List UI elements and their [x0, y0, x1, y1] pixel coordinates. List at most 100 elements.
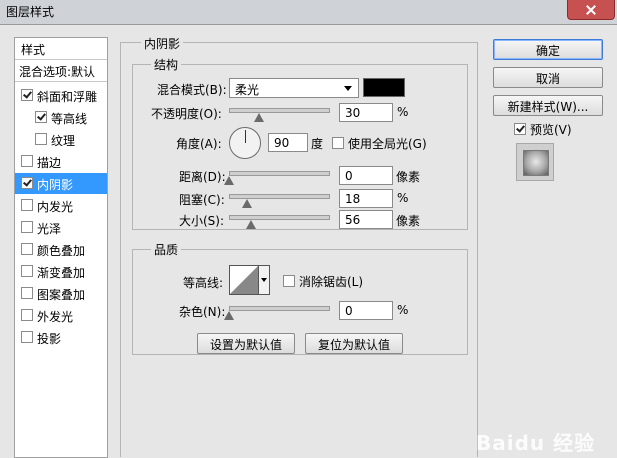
- new-style-label: 新建样式(W)...: [507, 100, 589, 114]
- distance-slider[interactable]: [229, 171, 330, 176]
- style-item-stroke[interactable]: 描边: [15, 151, 107, 172]
- style-item-texture[interactable]: 纹理: [15, 129, 107, 150]
- style-item-color-overlay[interactable]: 颜色叠加: [15, 239, 107, 260]
- opacity-slider[interactable]: [229, 108, 330, 113]
- preview-label[interactable]: 预览(V): [530, 121, 572, 138]
- angle-dial[interactable]: [229, 127, 261, 159]
- style-item-checkbox[interactable]: [21, 155, 33, 167]
- style-item-checkbox[interactable]: [21, 221, 33, 233]
- style-item-label: 内发光: [37, 200, 74, 214]
- style-list-header[interactable]: 样式: [15, 38, 107, 60]
- style-item-checkbox[interactable]: [21, 265, 33, 277]
- new-style-button[interactable]: 新建样式(W)...: [493, 95, 603, 116]
- style-item-checkbox[interactable]: [35, 111, 47, 123]
- choke-unit: %: [397, 191, 409, 205]
- style-item-satin[interactable]: 光泽: [15, 217, 107, 238]
- set-default-button[interactable]: 设置为默认值: [197, 333, 295, 354]
- style-item-checkbox[interactable]: [35, 133, 47, 145]
- contour-dropdown[interactable]: [259, 265, 270, 295]
- distance-slider-thumb[interactable]: [224, 176, 234, 185]
- antialias-label[interactable]: 消除锯齿(L): [299, 273, 363, 290]
- size-value: 56: [345, 213, 361, 227]
- ok-button[interactable]: 确定: [493, 39, 603, 60]
- noise-unit: %: [397, 303, 409, 317]
- ok-label: 确定: [535, 44, 560, 58]
- noise-slider-thumb[interactable]: [224, 311, 234, 320]
- style-item-inner-glow[interactable]: 内发光: [15, 195, 107, 216]
- style-preview-thumbnail: [516, 143, 554, 181]
- close-button[interactable]: [567, 0, 615, 20]
- style-item-label: 内阴影: [37, 178, 74, 192]
- noise-input[interactable]: 0: [339, 301, 393, 320]
- style-item-label: 投影: [37, 332, 62, 346]
- contour-preview[interactable]: [229, 265, 259, 295]
- style-item-gradient-overlay[interactable]: 渐变叠加: [15, 261, 107, 282]
- style-list: 样式 混合选项:默认 斜面和浮雕等高线纹理描边内阴影内发光光泽颜色叠加渐变叠加图…: [14, 37, 108, 458]
- style-item-bevel-emboss[interactable]: 斜面和浮雕: [15, 85, 107, 106]
- style-item-drop-shadow[interactable]: 投影: [15, 327, 107, 348]
- preview-checkbox[interactable]: [514, 123, 526, 135]
- size-input[interactable]: 56: [339, 210, 393, 229]
- style-item-label: 描边: [37, 156, 62, 170]
- noise-value: 0: [345, 304, 353, 318]
- blend-mode-value: 柔光: [235, 83, 260, 97]
- style-item-label: 外发光: [37, 310, 74, 324]
- blend-options-item[interactable]: 混合选项:默认: [15, 60, 107, 82]
- chevron-down-icon: [344, 86, 352, 91]
- distance-value: 0: [345, 169, 353, 183]
- preview-swatch: [523, 150, 549, 176]
- style-item-inner-shadow[interactable]: 内阴影: [15, 173, 107, 194]
- reset-default-button[interactable]: 复位为默认值: [305, 333, 403, 354]
- distance-label: 距离(D):: [179, 170, 226, 184]
- contour-label: 等高线:: [183, 276, 224, 290]
- style-list-header-label: 样式: [21, 43, 46, 57]
- title-bar: 图层样式: [0, 0, 617, 25]
- style-item-checkbox[interactable]: [21, 287, 33, 299]
- reset-default-label: 复位为默认值: [317, 338, 390, 352]
- style-item-outer-glow[interactable]: 外发光: [15, 305, 107, 326]
- window-title: 图层样式: [6, 5, 55, 19]
- size-slider-thumb[interactable]: [245, 220, 256, 229]
- baidu-watermark: Baidu 经验: [476, 431, 596, 455]
- distance-input[interactable]: 0: [339, 166, 393, 185]
- style-item-checkbox[interactable]: [21, 199, 33, 211]
- global-light-checkbox[interactable]: [332, 137, 344, 149]
- choke-input[interactable]: 18: [339, 189, 393, 208]
- opacity-unit: %: [397, 105, 409, 119]
- blend-color-swatch[interactable]: [363, 78, 405, 97]
- antialias-checkbox[interactable]: [283, 275, 295, 287]
- style-item-label: 图案叠加: [37, 288, 86, 302]
- style-item-contour[interactable]: 等高线: [15, 107, 107, 128]
- style-item-checkbox[interactable]: [21, 331, 33, 343]
- size-unit: 像素: [396, 214, 421, 228]
- quality-group: [132, 249, 468, 355]
- distance-unit: 像素: [396, 170, 421, 184]
- style-item-checkbox[interactable]: [21, 243, 33, 255]
- cancel-label: 取消: [535, 72, 560, 86]
- opacity-input[interactable]: 30: [339, 103, 393, 122]
- opacity-value: 30: [345, 106, 361, 120]
- noise-slider[interactable]: [229, 306, 330, 311]
- choke-label: 阻塞(C):: [179, 193, 225, 207]
- blend-mode-select[interactable]: 柔光: [229, 78, 359, 98]
- global-light-label[interactable]: 使用全局光(G): [348, 135, 427, 152]
- style-item-label: 渐变叠加: [37, 266, 86, 280]
- noise-label: 杂色(N):: [179, 305, 226, 319]
- style-item-checkbox[interactable]: [21, 89, 33, 101]
- style-item-label: 斜面和浮雕: [37, 90, 98, 104]
- quality-title: 品质: [151, 241, 182, 258]
- style-item-label: 光泽: [37, 222, 62, 236]
- style-item-pattern-overlay[interactable]: 图案叠加: [15, 283, 107, 304]
- size-slider[interactable]: [229, 215, 330, 220]
- opacity-slider-thumb[interactable]: [253, 113, 264, 122]
- panel-title: 内阴影: [141, 35, 184, 52]
- choke-value: 18: [345, 192, 361, 206]
- angle-input[interactable]: 90: [268, 133, 308, 152]
- cancel-button[interactable]: 取消: [493, 67, 603, 88]
- opacity-label: 不透明度(O):: [151, 107, 222, 121]
- style-item-label: 纹理: [51, 134, 76, 148]
- structure-title: 结构: [151, 56, 182, 73]
- choke-slider-thumb[interactable]: [241, 199, 252, 208]
- style-item-checkbox[interactable]: [21, 309, 33, 321]
- style-item-checkbox[interactable]: [21, 177, 33, 189]
